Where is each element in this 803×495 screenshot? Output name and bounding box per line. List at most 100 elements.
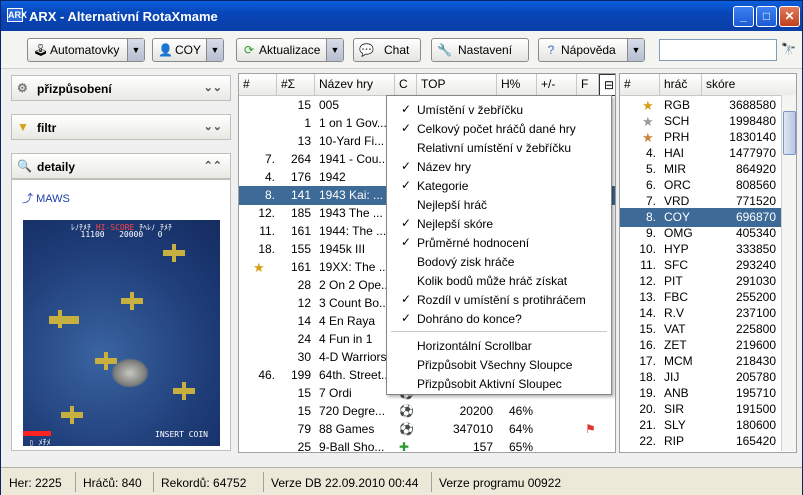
cell-player: PIT — [664, 274, 683, 288]
cell-player: HYP — [664, 242, 689, 256]
screen-bottom: ▯ ﾒﾁﾒ — [29, 438, 51, 446]
cell-total: 15 — [297, 404, 311, 418]
menu-item[interactable]: Přizpůsobit Všechny Sloupce — [387, 355, 611, 374]
status-divider — [431, 472, 432, 492]
col-header-top[interactable]: TOP — [417, 74, 497, 96]
players-scrollbar[interactable] — [781, 95, 796, 451]
menu-item[interactable]: ✓ Celkový počet hráčů dané hry — [387, 119, 611, 138]
table-row[interactable]: 79 88 Games 347010 64% ⚽ ⚑ — [239, 420, 615, 439]
chat-button[interactable]: 💬 Chat — [353, 38, 421, 62]
search-input[interactable] — [659, 39, 777, 61]
chevron-double-down-icon[interactable]: ⌄⌄ — [204, 120, 222, 133]
cell-total: 24 — [297, 332, 311, 346]
cell-total: 14 — [297, 314, 311, 328]
menu-item[interactable]: ✓ Nejlepší skóre — [387, 214, 611, 233]
chevron-down-icon[interactable]: ▼ — [326, 39, 343, 61]
menu-item-label: Bodový zisk hráče — [417, 255, 515, 269]
cell-rank: 7. — [264, 152, 275, 166]
screen-score-2: 20000 — [119, 230, 144, 239]
menu-item-label: Kategorie — [417, 179, 469, 193]
menu-item-label: Název hry — [417, 160, 472, 174]
menu-item[interactable]: ✓ Dohráno do konce? — [387, 309, 611, 328]
aktualizace-button[interactable]: ⟳ Aktualizace ▼ — [236, 38, 344, 62]
cell-score: 696870 — [735, 210, 776, 224]
binoculars-icon[interactable]: 🔭 — [781, 42, 796, 56]
cell-score: 205780 — [735, 370, 776, 384]
check-icon: ✓ — [401, 216, 412, 230]
cell-player: JIJ — [664, 370, 680, 384]
big-plane-sprite — [49, 310, 79, 328]
chevron-double-up-icon[interactable]: ⌃⌃ — [204, 159, 222, 172]
joystick-icon: 🕹 — [33, 43, 49, 57]
column-chooser-icon[interactable]: ⊟ — [599, 74, 615, 96]
player-row[interactable]: 22. RIP 165420 — [620, 432, 782, 451]
automatovky-dropdown[interactable]: 🕹 Automatovky ▼ — [27, 38, 145, 62]
table-row[interactable]: 25 9-Ball Sho... 157 65% ✚ — [239, 438, 615, 453]
menu-item[interactable]: ✓ Průměrné hodnocení — [387, 233, 611, 252]
title-bar[interactable]: ARX ARX - Alternativní RotaXmame _ □ ✕ — [1, 1, 802, 31]
minimize-button[interactable]: _ — [733, 6, 754, 27]
nastaveni-button[interactable]: 🔧 Nastavení — [431, 38, 529, 62]
cell-name: 88 Games — [319, 422, 375, 436]
col-header-diff[interactable]: +/- — [537, 74, 577, 96]
close-button[interactable]: ✕ — [779, 6, 800, 27]
col-header-total[interactable]: #Σ — [277, 74, 315, 96]
maximize-button[interactable]: □ — [756, 6, 777, 27]
cell-name: 4 En Raya — [319, 314, 376, 328]
chevron-double-down-icon[interactable]: ⌄⌄ — [204, 81, 222, 94]
col-header-player-rank[interactable]: # — [620, 74, 660, 96]
cell-player: VRD — [664, 194, 690, 208]
cell-name: 1942 — [319, 170, 346, 184]
status-her: Her: 2225 — [9, 476, 62, 490]
col-header-player[interactable]: hráč — [660, 74, 702, 96]
cell-total: 141 — [290, 188, 311, 202]
menu-item[interactable]: ✓ Název hry — [387, 157, 611, 176]
panel-filtr[interactable]: ▼ filtr ⌄⌄ — [11, 114, 231, 140]
cell-score: 218430 — [735, 354, 776, 368]
scrollbar-thumb[interactable] — [783, 111, 796, 155]
cell-total: 185 — [290, 206, 311, 220]
check-icon: ✓ — [401, 178, 412, 192]
cell-score: 3688580 — [729, 98, 776, 112]
chevron-down-icon[interactable]: ▼ — [627, 39, 644, 61]
col-header-score[interactable]: skóre — [702, 74, 796, 96]
cell-player: COY — [664, 210, 691, 224]
chevron-down-icon[interactable]: ▼ — [127, 39, 144, 61]
cell-name: 10-Yard Fi... — [319, 134, 385, 148]
table-row[interactable]: 15 720 Degre... 20200 46% ⚽ — [239, 402, 615, 421]
panel-label: detaily — [37, 160, 76, 174]
cell-rank: 4. — [645, 146, 656, 160]
cell-player: MCM — [664, 354, 693, 368]
cell-rank: 18. — [258, 242, 275, 256]
menu-item[interactable]: Nejlepší hráč — [387, 195, 611, 214]
menu-item[interactable]: Relativní umístění v žebříčku — [387, 138, 611, 157]
panel-prizpusobeni[interactable]: ⚙ přizpůsobení ⌄⌄ — [11, 75, 231, 101]
status-divider — [263, 472, 264, 492]
napoveda-dropdown[interactable]: ? Nápověda ▼ — [538, 38, 645, 62]
menu-item[interactable]: Bodový zisk hráče — [387, 252, 611, 271]
col-header-rank[interactable]: # — [239, 74, 277, 96]
chevron-down-icon[interactable]: ▼ — [206, 39, 223, 61]
col-header-h[interactable]: H% — [497, 74, 537, 96]
menu-item[interactable]: Horizontální Scrollbar — [387, 336, 611, 355]
details-panel: ⤴ MAWS ﾚﾉﾁﾒﾁ HI-SCORE ﾁﾍﾚﾉ ﾁﾒﾁ 11100 200… — [11, 179, 231, 451]
panel-detaily[interactable]: 🔍 detaily ⌃⌃ — [11, 153, 231, 179]
cell-score: 191500 — [735, 402, 776, 416]
cell-rank: 13. — [639, 290, 656, 304]
menu-item[interactable]: ✓ Umístění v žebříčku — [387, 100, 611, 119]
menu-item[interactable]: Kolik bodů může hráč získat — [387, 271, 611, 290]
col-header-f[interactable]: F — [577, 74, 599, 96]
col-header-category[interactable]: C — [395, 74, 417, 96]
menu-item-label: Rozdíl v umístění s protihráčem — [417, 293, 586, 307]
menu-item[interactable]: ✓ Kategorie — [387, 176, 611, 195]
cell-top: 157 — [472, 440, 493, 453]
col-header-name[interactable]: Název hry — [315, 74, 395, 96]
menu-item[interactable]: Přizpůsobit Aktivní Sloupec — [387, 374, 611, 393]
plane-sprite — [61, 406, 83, 424]
cell-total: 79 — [297, 422, 311, 436]
maws-link[interactable]: ⤴ MAWS — [22, 190, 70, 206]
user-dropdown[interactable]: 👤 COY ▼ — [152, 38, 224, 62]
check-icon: ✓ — [401, 292, 412, 306]
menu-item[interactable]: ✓ Rozdíl v umístění s protihráčem — [387, 290, 611, 309]
cell-name: 9-Ball Sho... — [319, 440, 385, 453]
